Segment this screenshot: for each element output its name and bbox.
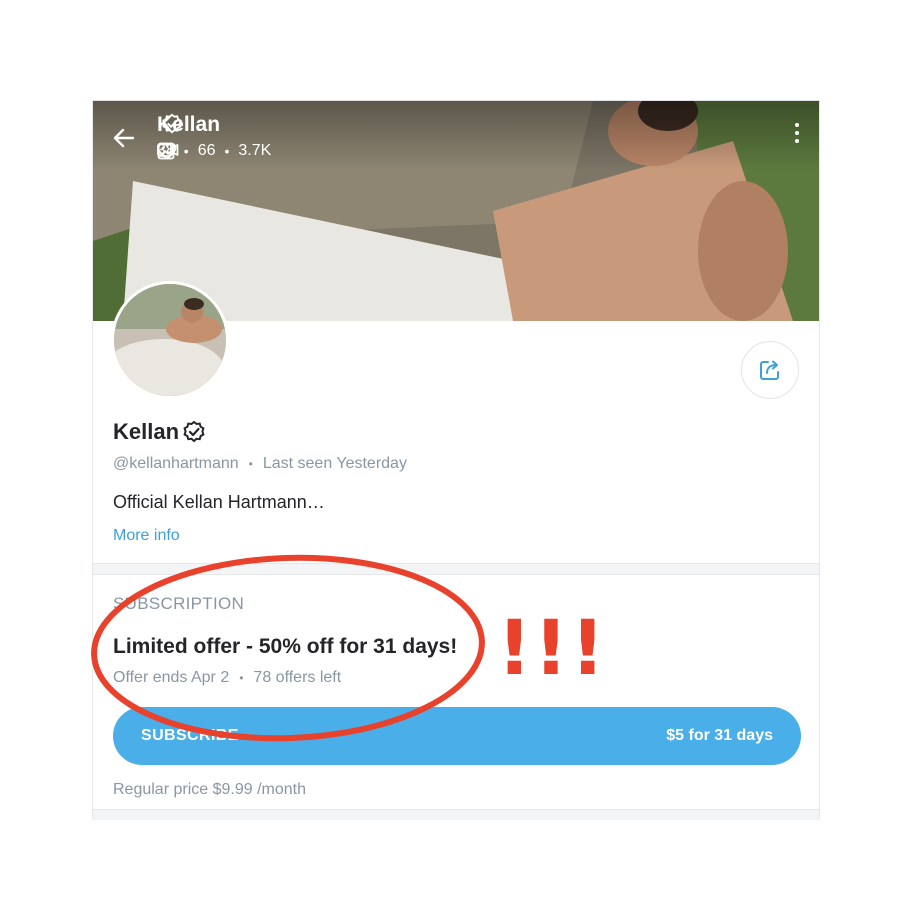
back-arrow-icon: [113, 128, 135, 148]
username: @kellanhartmann: [113, 455, 239, 472]
back-button[interactable]: [111, 125, 137, 151]
offer-meta: Offer ends Apr 2 • 78 offers left: [113, 669, 341, 687]
section-divider: [93, 563, 819, 575]
heart-icon: [157, 142, 177, 160]
last-seen: Last seen Yesterday: [262, 455, 407, 472]
share-icon: [760, 360, 779, 380]
share-button[interactable]: [741, 341, 799, 399]
avatar-photo: [114, 284, 226, 396]
profile-name: Kellan: [113, 419, 206, 445]
exclamation-annotation: !!!: [497, 603, 607, 692]
avatar[interactable]: [111, 281, 229, 399]
likes-count: 3.7K: [238, 142, 272, 159]
videos-stat: 66: [157, 142, 216, 160]
bio-text: Official Kellan Hartmann…: [113, 492, 325, 512]
more-vertical-icon: [793, 123, 801, 143]
meta-separator: •: [239, 671, 244, 685]
subscription-heading: SUBSCRIPTION: [113, 594, 245, 613]
cover-image: Kellan 38 • 66 • 3.7K: [93, 101, 819, 321]
cover-stats: 38 • 66 • 3.7K: [157, 142, 271, 160]
verified-icon: [162, 113, 182, 134]
profile-meta: @kellanhartmann • Last seen Yesterday: [113, 455, 407, 473]
section-divider: [93, 809, 819, 820]
offers-left: 78 offers left: [253, 669, 342, 686]
subscribe-button[interactable]: SUBSCRIBE $5 for 31 days: [113, 707, 801, 765]
videos-count: 66: [197, 142, 216, 159]
regular-price: Regular price $9.99 /month: [113, 781, 306, 798]
subscribe-label: SUBSCRIBE: [141, 727, 239, 744]
offer-title: Limited offer - 50% off for 31 days!: [113, 635, 458, 658]
meta-separator: •: [248, 457, 253, 471]
likes-stat: 3.7K: [157, 142, 272, 160]
verified-icon: [183, 420, 205, 443]
subscribe-price: $5 for 31 days: [666, 727, 773, 744]
profile-name-text: Kellan: [113, 419, 180, 444]
offer-ends: Offer ends Apr 2: [113, 669, 230, 686]
stat-separator: •: [224, 143, 230, 159]
cover-name: Kellan: [157, 113, 220, 137]
profile-card: Kellan 38 • 66 • 3.7K Kellan @kellanhart…: [92, 100, 820, 820]
more-options-button[interactable]: [793, 123, 801, 149]
more-info-link[interactable]: More info: [113, 527, 180, 545]
stat-separator: •: [183, 143, 189, 159]
